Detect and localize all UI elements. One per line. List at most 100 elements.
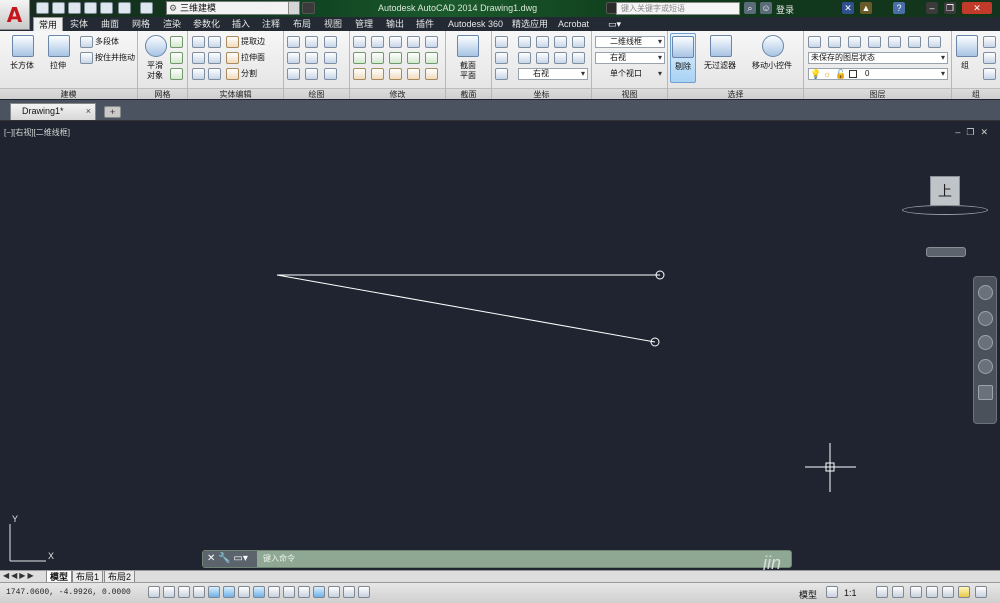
- tab-insert[interactable]: 插入: [232, 17, 250, 31]
- ucs-named-icon[interactable]: [495, 68, 508, 80]
- help-icon[interactable]: ?: [893, 2, 905, 14]
- lock-ui-icon[interactable]: [926, 586, 938, 598]
- save-as-icon[interactable]: [84, 2, 97, 14]
- 3d-object-snap-icon[interactable]: [238, 586, 250, 598]
- save-icon[interactable]: [68, 2, 81, 14]
- ortho-mode-icon[interactable]: [193, 586, 205, 598]
- ucs-x-icon[interactable]: [536, 36, 549, 48]
- arc-icon[interactable]: [324, 36, 337, 48]
- coordinate-readout[interactable]: 1747.0600, -4.9926, 0.0000: [6, 588, 131, 597]
- isolate-objects-icon[interactable]: [958, 586, 970, 598]
- tab-solid[interactable]: 实体: [70, 17, 88, 31]
- new-tab-button[interactable]: +: [104, 106, 121, 118]
- annotation-monitor-icon[interactable]: [358, 586, 370, 598]
- group-select-icon[interactable]: [983, 68, 996, 80]
- section-plane-icon[interactable]: [457, 35, 479, 57]
- layer-state-select[interactable]: 未保存的图层状态: [808, 52, 948, 64]
- mesh-crease-icon[interactable]: [170, 68, 183, 80]
- model-space-toggle[interactable]: 模型: [799, 588, 817, 601]
- panel-label-draw[interactable]: 绘图: [284, 88, 349, 99]
- tab-manage[interactable]: 管理: [355, 17, 373, 31]
- search-icon[interactable]: ⌕: [744, 2, 756, 14]
- union-icon[interactable]: [192, 36, 205, 48]
- ucs-face-icon[interactable]: [554, 52, 567, 64]
- auto-scale-icon[interactable]: [892, 586, 904, 598]
- smooth-label-line2[interactable]: 对象: [147, 71, 163, 81]
- polygon-icon[interactable]: [287, 68, 300, 80]
- layout-nav-arrows[interactable]: ◀◀▶▶: [3, 571, 36, 580]
- ucs-view-icon[interactable]: [518, 52, 531, 64]
- infer-constraints-icon[interactable]: [148, 586, 160, 598]
- scale-icon[interactable]: [389, 68, 402, 80]
- panel-label-coordinates[interactable]: 坐标: [492, 88, 591, 99]
- hatch-icon[interactable]: [324, 68, 337, 80]
- layer-off-icon[interactable]: [868, 36, 881, 48]
- layer-properties-icon[interactable]: [808, 36, 821, 48]
- lineweight-icon[interactable]: [298, 586, 310, 598]
- layer-freeze-icon[interactable]: [848, 36, 861, 48]
- panel-label-solid-edit[interactable]: 实体编辑: [188, 88, 283, 99]
- array-icon[interactable]: [407, 68, 420, 80]
- 3d-rotate-icon[interactable]: [371, 36, 384, 48]
- diagonal-line[interactable]: [276, 274, 656, 343]
- autodesk-360-icon[interactable]: ▲: [860, 2, 872, 14]
- clean-screen-icon[interactable]: [975, 586, 987, 598]
- open-file-icon[interactable]: [52, 2, 65, 14]
- command-line-controls[interactable]: ✕ 🔧 ▭▾: [203, 551, 257, 567]
- new-file-icon[interactable]: [36, 2, 49, 14]
- smooth-label-line1[interactable]: 平滑: [147, 61, 163, 71]
- ungroup-icon[interactable]: [983, 36, 996, 48]
- allow-dynamic-ucs-icon[interactable]: [268, 586, 280, 598]
- ucs-z-icon[interactable]: [572, 36, 585, 48]
- coordinates-view-select[interactable]: 右视: [518, 68, 588, 80]
- slice-icon[interactable]: [208, 52, 221, 64]
- box-icon[interactable]: [12, 35, 34, 57]
- polysolid-label[interactable]: 多段体: [95, 37, 119, 47]
- subtract-icon[interactable]: [192, 52, 205, 64]
- presspull-label[interactable]: 按住并拖动: [95, 53, 135, 63]
- dynamic-input-icon[interactable]: [283, 586, 295, 598]
- command-input[interactable]: 键入命令: [263, 553, 295, 564]
- spline-icon[interactable]: [287, 52, 300, 64]
- separate-label[interactable]: 分割: [241, 69, 257, 79]
- user-icon[interactable]: ☺: [760, 2, 772, 14]
- mesh-refine-icon[interactable]: [170, 52, 183, 64]
- layer-match-icon[interactable]: [908, 36, 921, 48]
- exchange-icon[interactable]: ✕: [842, 2, 854, 14]
- visual-style-select[interactable]: 二维线框: [595, 36, 665, 48]
- box-button-label[interactable]: 长方体: [10, 61, 34, 71]
- view-select[interactable]: 右视: [595, 52, 665, 64]
- polyline-icon[interactable]: [305, 36, 318, 48]
- annotation-scale[interactable]: 1:1: [844, 588, 857, 598]
- trim-icon[interactable]: [353, 36, 366, 48]
- presspull-icon[interactable]: [80, 52, 93, 64]
- redo-icon[interactable]: [140, 2, 153, 14]
- tab-output[interactable]: 输出: [386, 17, 404, 31]
- 3d-align-icon[interactable]: [371, 68, 384, 80]
- offset-icon[interactable]: [407, 52, 420, 64]
- line-icon[interactable]: [305, 52, 318, 64]
- section-plane-label1[interactable]: 截面: [460, 61, 476, 71]
- transparency-icon[interactable]: [313, 586, 325, 598]
- panel-label-groups[interactable]: 组: [952, 88, 1000, 99]
- tab-view[interactable]: 视图: [324, 17, 342, 31]
- ucs-3point-icon[interactable]: [572, 52, 585, 64]
- tab-plugins[interactable]: 插件: [416, 17, 434, 31]
- smooth-object-icon[interactable]: [145, 35, 167, 57]
- workspace-select[interactable]: ⚙ 三维建模: [166, 1, 300, 15]
- layer-isolate-icon[interactable]: [828, 36, 841, 48]
- panel-label-section[interactable]: 截面: [446, 88, 491, 99]
- workspace-switching-icon[interactable]: [910, 586, 922, 598]
- move-gizmo-label[interactable]: 移动小控件: [752, 61, 792, 71]
- viewport-config-select[interactable]: 单个视口: [595, 68, 665, 80]
- tab-featured-apps[interactable]: 精选应用: [512, 17, 548, 31]
- explode-icon[interactable]: [425, 36, 438, 48]
- print-icon[interactable]: [100, 2, 113, 14]
- layer-previous-icon[interactable]: [928, 36, 941, 48]
- quick-properties-icon[interactable]: [328, 586, 340, 598]
- minimize-icon[interactable]: –: [926, 2, 938, 14]
- annotation-visibility-icon[interactable]: [876, 586, 888, 598]
- section-plane-label2[interactable]: 平面: [460, 71, 476, 81]
- document-tab[interactable]: Drawing1* ×: [10, 103, 96, 120]
- quick-access-dropdown-icon[interactable]: [302, 2, 315, 14]
